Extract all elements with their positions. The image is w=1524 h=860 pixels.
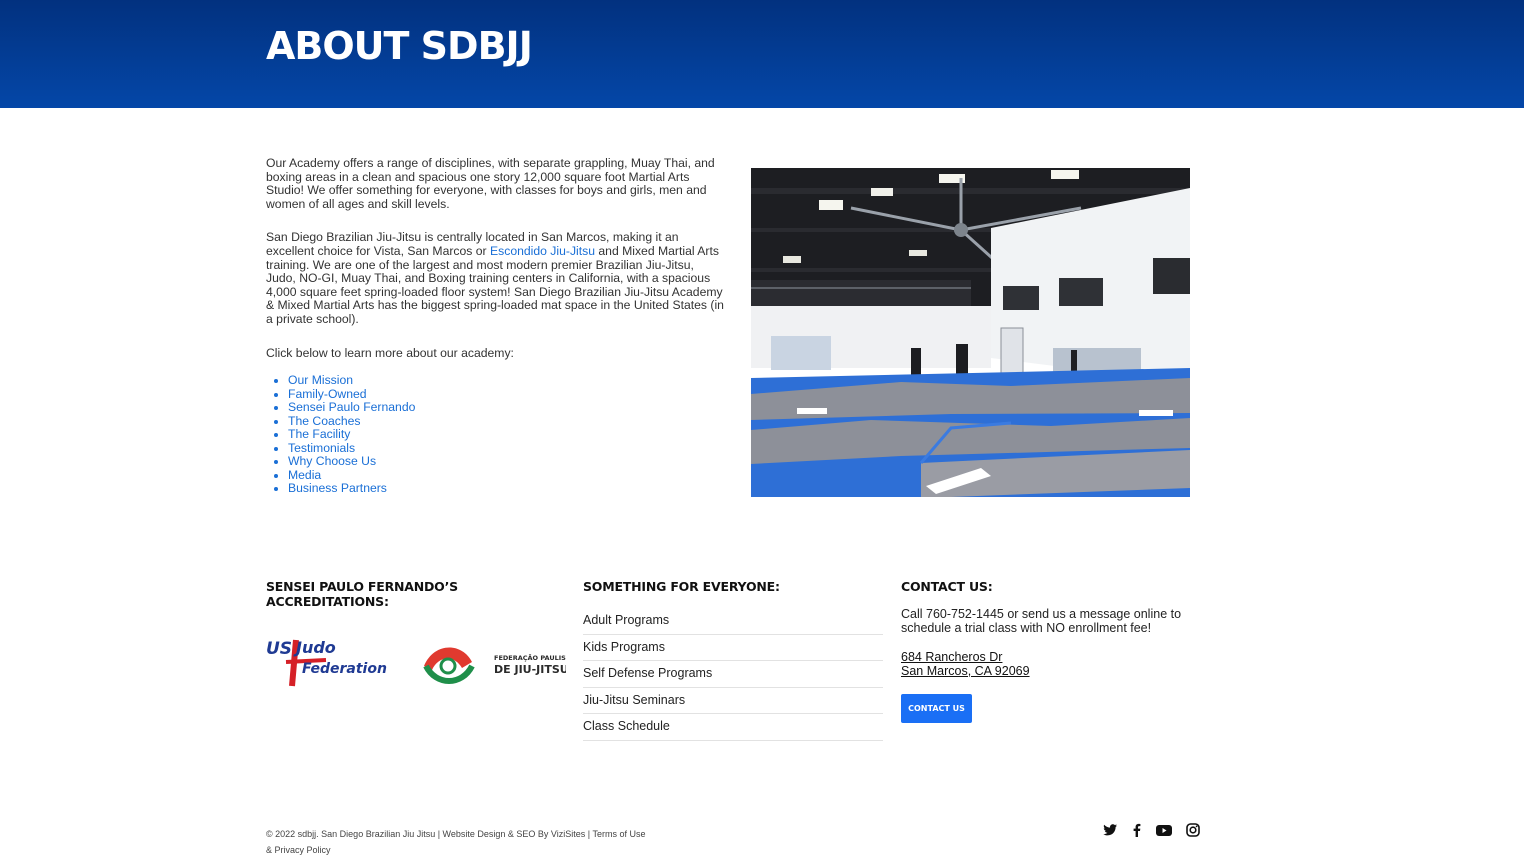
- program-self-defense-link[interactable]: Self Defense Programs: [583, 661, 883, 688]
- testimonials-link[interactable]: Testimonials: [288, 441, 355, 455]
- programs-list: Adult Programs Kids Programs Self Defens…: [583, 608, 883, 741]
- academy-link-item: Testimonials: [288, 441, 726, 456]
- accreditations-column: SENSEI PAULO FERNANDO’S ACCREDITATIONS:: [266, 579, 566, 609]
- programs-title: SOMETHING FOR EVERYONE:: [583, 579, 780, 594]
- academy-link-item: Sensei Paulo Fernando: [288, 400, 726, 415]
- us-judo-federation-logo: US Judo Federation: [266, 638, 387, 687]
- contact-text: Call 760-752-1445 or send us a message o…: [901, 607, 1182, 635]
- svg-text:US: US: [266, 639, 292, 659]
- programs-column: SOMETHING FOR EVERYONE: Adult Programs K…: [583, 579, 883, 741]
- page-header: ABOUT SDBJJ: [0, 0, 1524, 108]
- academy-link-item: Media: [288, 468, 726, 483]
- facility-photo: [751, 168, 1190, 497]
- svg-text:DE JIU-JITSU: DE JIU-JITSU: [494, 663, 566, 676]
- address-link[interactable]: 684 Rancheros Dr San Marcos, CA 92069: [901, 650, 1191, 679]
- program-kids-link[interactable]: Kids Programs: [583, 635, 883, 661]
- media-link[interactable]: Media: [288, 468, 321, 482]
- escondido-jiu-jitsu-link[interactable]: Escondido Jiu-Jitsu: [490, 244, 595, 258]
- address-line-2[interactable]: San Marcos, CA 92069: [901, 664, 1191, 679]
- social-links: [1102, 822, 1202, 840]
- twitter-icon[interactable]: [1102, 822, 1118, 838]
- academy-link-item: The Coaches: [288, 414, 726, 429]
- copyright-text: © 2022 sdbjj. San Diego Brazilian Jiu Ji…: [266, 829, 646, 855]
- the-facility-link[interactable]: The Facility: [288, 427, 350, 441]
- the-coaches-link[interactable]: The Coaches: [288, 414, 361, 428]
- intro-section: Our Academy offers a range of discipline…: [266, 156, 726, 496]
- class-schedule-link[interactable]: Class Schedule: [583, 714, 883, 741]
- academy-link-item: Business Partners: [288, 481, 726, 496]
- facebook-icon[interactable]: [1129, 822, 1145, 838]
- family-owned-link[interactable]: Family-Owned: [288, 387, 367, 401]
- contact-title: CONTACT US:: [901, 579, 993, 594]
- academy-link-item: Why Choose Us: [288, 454, 726, 469]
- federacao-paulista-logo: FEDERAÇÃO PAULISTA DE JIU-JITSU: [423, 647, 575, 684]
- svg-text:Federation: Federation: [302, 661, 387, 677]
- page-title: ABOUT SDBJJ: [266, 24, 533, 68]
- our-mission-link[interactable]: Our Mission: [288, 373, 353, 387]
- why-choose-us-link[interactable]: Why Choose Us: [288, 454, 376, 468]
- sensei-paulo-fernando-link[interactable]: Sensei Paulo Fernando: [288, 400, 415, 414]
- academy-link-item: The Facility: [288, 427, 726, 442]
- contact-us-button[interactable]: CONTACT US: [901, 694, 972, 723]
- program-seminars-link[interactable]: Jiu-Jitsu Seminars: [583, 688, 883, 714]
- intro-paragraph-2: San Diego Brazilian Jiu-Jitsu is central…: [266, 231, 726, 326]
- academy-link-item: Our Mission: [288, 373, 726, 388]
- intro-paragraph-1: Our Academy offers a range of discipline…: [266, 156, 715, 211]
- contact-column: CONTACT US: Call 760-752-1445 or send us…: [901, 579, 1191, 723]
- accreditation-logos: US Judo Federation FEDERAÇÃO PAULISTA DE…: [266, 636, 575, 688]
- academy-link-item: Family-Owned: [288, 387, 726, 402]
- business-partners-link[interactable]: Business Partners: [288, 481, 387, 495]
- youtube-icon[interactable]: [1155, 822, 1172, 838]
- program-adult-link[interactable]: Adult Programs: [583, 608, 883, 635]
- svg-text:FEDERAÇÃO PAULISTA: FEDERAÇÃO PAULISTA: [494, 653, 566, 662]
- address-line-1[interactable]: 684 Rancheros Dr: [901, 650, 1191, 665]
- svg-text:Judo: Judo: [293, 638, 336, 657]
- intro-paragraph-3: Click below to learn more about our acad…: [266, 345, 514, 360]
- accreditations-title: SENSEI PAULO FERNANDO’S ACCREDITATIONS:: [266, 579, 458, 609]
- instagram-icon[interactable]: [1185, 822, 1201, 838]
- academy-links-list: Our Mission Family-Owned Sensei Paulo Fe…: [288, 373, 726, 496]
